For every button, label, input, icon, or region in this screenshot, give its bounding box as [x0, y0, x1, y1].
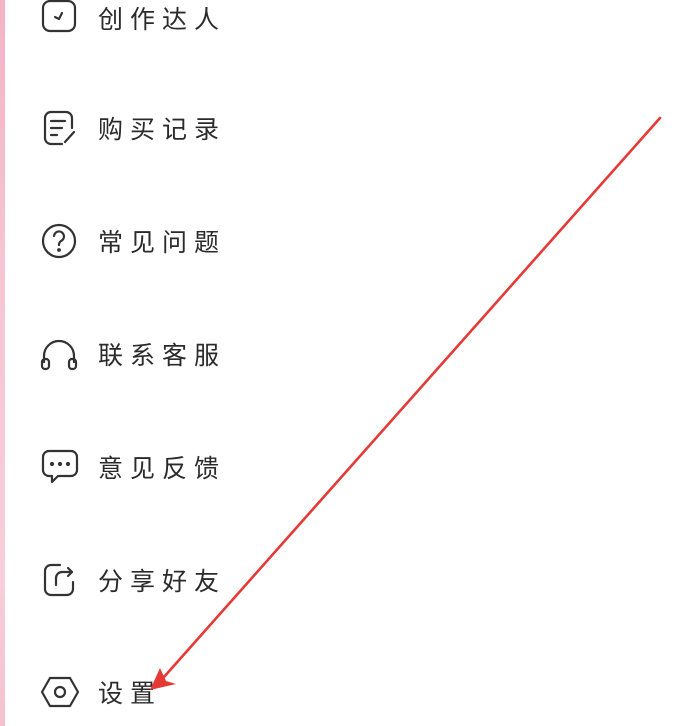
menu-item-label: 设置 [98, 679, 163, 708]
menu-item-label: 购买记录 [98, 115, 227, 144]
purchase-record-icon [36, 104, 84, 152]
menu-item-label: 常见问题 [98, 228, 227, 257]
settings-menu-page: 创作达人 购买记录 常见问题 联系客服 意见反馈 分享好友 设置 [0, 0, 692, 726]
menu-item-feedback[interactable]: 意见反馈 [36, 439, 396, 495]
left-accent-strip [0, 0, 5, 726]
menu-item-share[interactable]: 分享好友 [36, 552, 396, 608]
settings-hexagon-icon [36, 668, 84, 716]
share-icon [36, 556, 84, 604]
menu-item-faq[interactable]: 常见问题 [36, 213, 396, 269]
menu-item-creator[interactable]: 创作达人 [36, 0, 396, 46]
menu-item-label: 联系客服 [98, 341, 227, 370]
headset-icon [36, 330, 84, 378]
chat-feedback-icon [36, 443, 84, 491]
creator-icon [36, 0, 84, 42]
question-circle-icon [36, 217, 84, 265]
menu-item-settings[interactable]: 设置 [36, 664, 396, 720]
menu-item-label: 分享好友 [98, 567, 227, 596]
menu-item-customer-service[interactable]: 联系客服 [36, 326, 396, 382]
menu-item-label: 创作达人 [98, 5, 227, 34]
menu-item-purchase-record[interactable]: 购买记录 [36, 100, 396, 156]
menu-item-label: 意见反馈 [98, 454, 227, 483]
